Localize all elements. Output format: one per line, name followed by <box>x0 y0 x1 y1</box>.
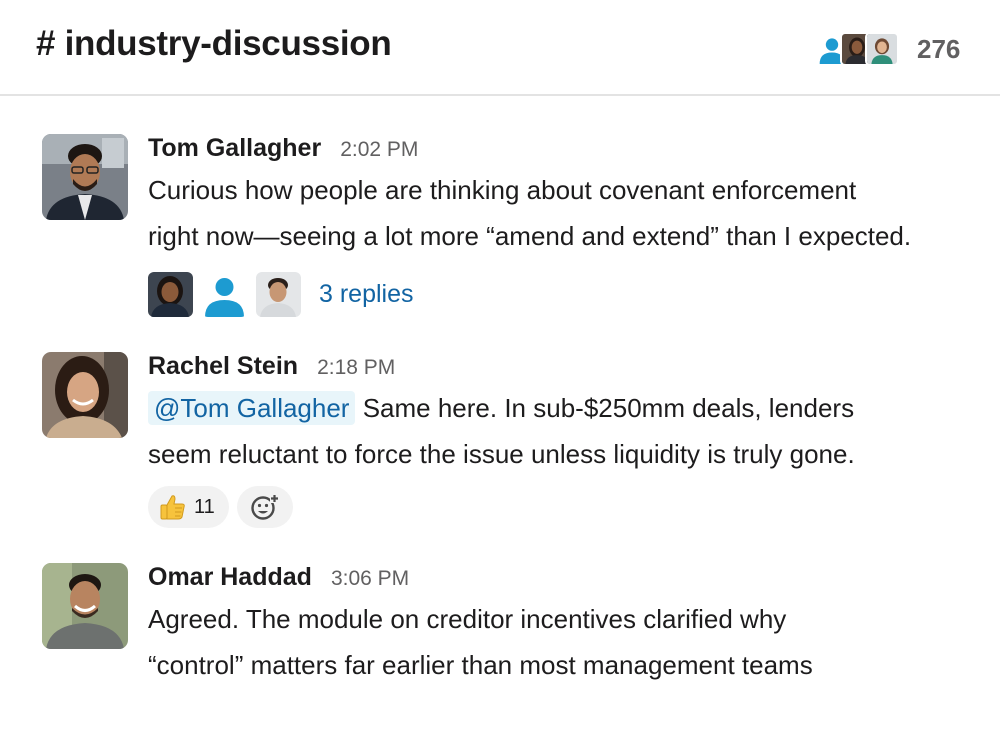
message-line: Curious how people are thinking about co… <box>148 175 857 205</box>
message-line: seem reluctant to force the issue unless… <box>148 439 855 469</box>
message-line: right now—seeing a lot more “amend and e… <box>148 221 912 251</box>
reply-avatar-photo-icon <box>256 272 301 317</box>
message-meta: Rachel Stein 2:18 PM <box>148 352 395 381</box>
user-mention[interactable]: @Tom Gallagher <box>148 391 356 425</box>
avatar[interactable] <box>42 134 128 220</box>
reply-avatar-photo-icon <box>148 272 193 317</box>
channel-header: # industry-discussion 276 <box>0 0 1000 96</box>
message-text: Curious how people are thinking about co… <box>148 167 978 259</box>
reply-avatar <box>256 272 301 317</box>
avatar-photo-icon <box>42 134 128 220</box>
channel-title[interactable]: # industry-discussion <box>36 24 392 64</box>
message-meta: Omar Haddad 3:06 PM <box>148 563 409 592</box>
author-name[interactable]: Tom Gallagher <box>148 134 321 163</box>
message-text: @Tom Gallagher Same here. In sub-$250mm … <box>148 385 978 477</box>
message-meta: Tom Gallagher 2:02 PM <box>148 134 418 163</box>
message-line: Agreed. The module on creditor incentive… <box>148 604 787 634</box>
message-line: @Tom Gallagher Same here. In sub-$250mm … <box>148 385 978 431</box>
avatar-photo-icon <box>42 352 128 438</box>
reaction-bar: 11 <box>148 486 293 528</box>
reaction-count: 11 <box>194 495 215 518</box>
author-name[interactable]: Rachel Stein <box>148 352 298 381</box>
author-name[interactable]: Omar Haddad <box>148 563 312 592</box>
avatar[interactable] <box>42 563 128 649</box>
message-text: Agreed. The module on creditor incentive… <box>148 596 978 688</box>
avatar[interactable] <box>42 352 128 438</box>
person-silhouette-icon <box>202 272 247 317</box>
add-reaction-button[interactable] <box>236 486 293 528</box>
timestamp[interactable]: 3:06 PM <box>331 567 409 591</box>
timestamp[interactable]: 2:02 PM <box>340 138 418 162</box>
reply-avatar <box>148 272 193 317</box>
member-avatar-photo <box>865 32 899 66</box>
member-photo-icon <box>867 34 897 64</box>
member-avatar-stack <box>815 32 899 66</box>
thread-replies[interactable]: 3 replies <box>148 272 414 317</box>
replies-link[interactable]: 3 replies <box>319 280 414 309</box>
avatar-photo-icon <box>42 563 128 649</box>
timestamp[interactable]: 2:18 PM <box>317 356 395 380</box>
add-emoji-icon <box>251 494 279 520</box>
thumbs-up-icon <box>160 495 185 520</box>
member-count: 276 <box>917 33 961 64</box>
message-fragment: Same here. In sub-$250mm deals, lenders <box>355 393 855 423</box>
reply-avatar <box>202 272 247 317</box>
message-line: “control” matters far earlier than most … <box>148 650 813 680</box>
member-list-button[interactable]: 276 <box>815 30 960 68</box>
reaction-thumbs-up[interactable]: 11 <box>148 486 229 528</box>
